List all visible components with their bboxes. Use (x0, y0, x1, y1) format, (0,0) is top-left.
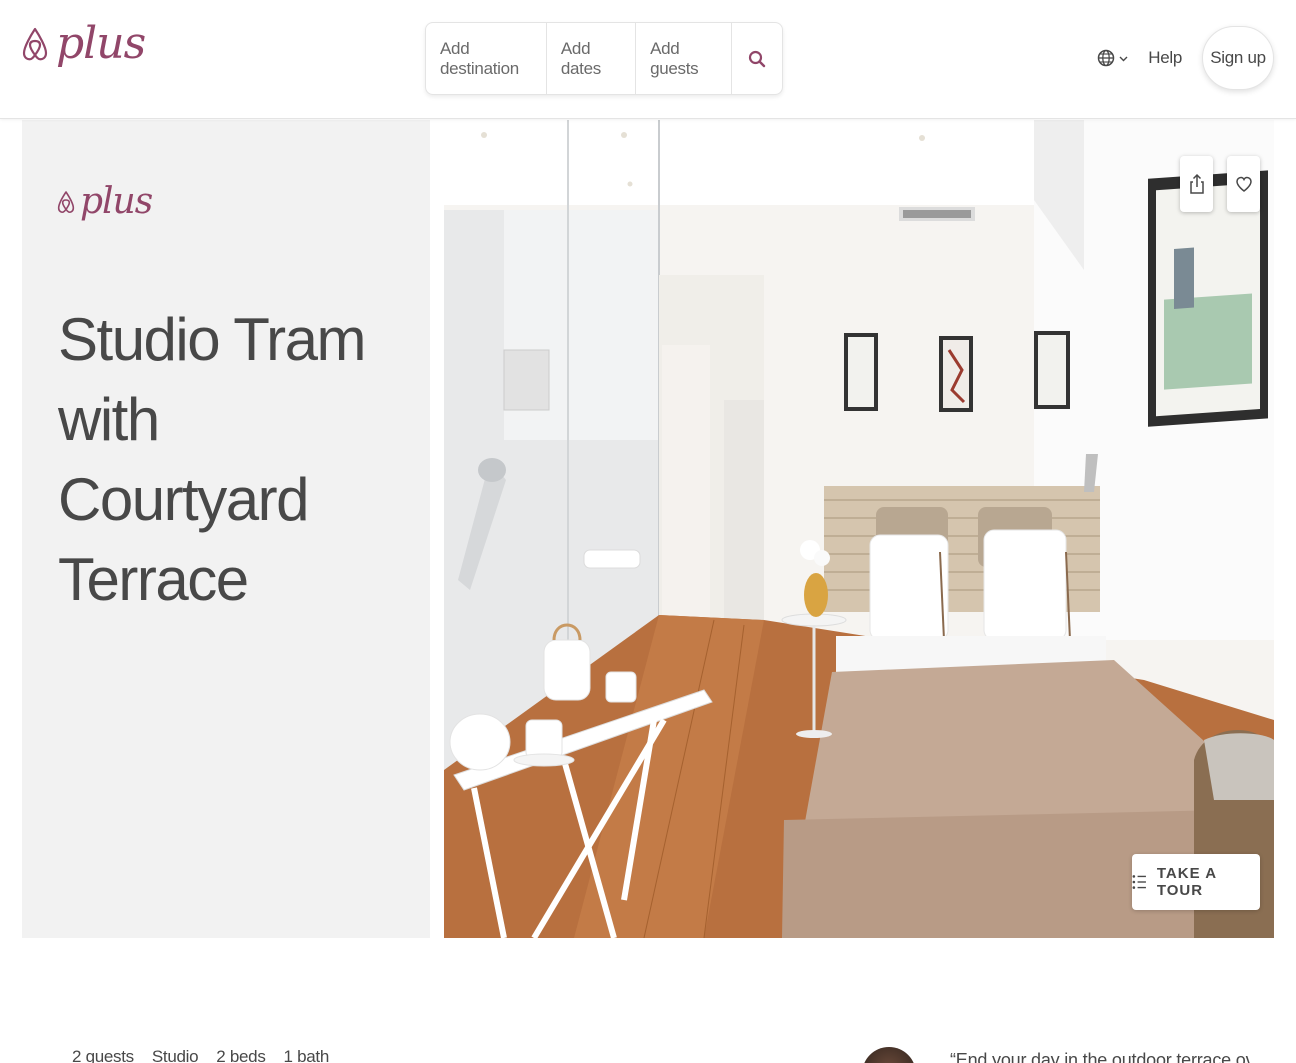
take-a-tour-button[interactable]: TAKE A TOUR (1132, 854, 1260, 910)
hero-photo[interactable]: TAKE A TOUR (444, 120, 1274, 938)
globe-icon (1097, 49, 1115, 67)
room-photo-illustration (444, 120, 1274, 938)
list-icon (1132, 875, 1146, 889)
heart-icon (1235, 176, 1252, 192)
hero-logo-wordmark: plus (80, 181, 153, 222)
language-selector[interactable] (1097, 49, 1128, 67)
header-nav: Help Sign up (1097, 26, 1274, 90)
logo-wordmark: plus (56, 18, 146, 69)
guest-count: 2 guests (72, 1047, 134, 1063)
bath-count: 1 bath (283, 1047, 330, 1063)
belo-icon (57, 191, 75, 213)
search-button[interactable] (732, 23, 782, 94)
destination-field[interactable]: Add destination (426, 23, 547, 94)
room-type: Studio (151, 1047, 199, 1063)
hero-title-panel: plus Studio Tram with Courtyard Terrace (22, 120, 430, 938)
guests-field[interactable]: Add guests (636, 23, 732, 94)
hero-plus-logo: plus (56, 181, 153, 222)
airbnb-plus-logo[interactable]: plus (20, 18, 146, 69)
listing-title: Studio Tram with Courtyard Terrace (58, 306, 366, 613)
listing-summary: 2 guests Studio 2 beds 1 bath (72, 1047, 329, 1063)
save-button[interactable] (1227, 156, 1260, 212)
chevron-down-icon (1119, 56, 1128, 61)
sign-up-button[interactable]: Sign up (1202, 26, 1274, 90)
share-icon (1189, 173, 1204, 194)
share-button[interactable] (1180, 156, 1213, 212)
host-avatar[interactable] (862, 1047, 916, 1063)
search-icon (748, 50, 766, 67)
bed-count: 2 beds (216, 1047, 266, 1063)
top-header: plus Add destination Add dates Add guest… (0, 0, 1296, 119)
belo-icon (22, 27, 48, 61)
search-bar: Add destination Add dates Add guests (425, 22, 783, 95)
help-link[interactable]: Help (1148, 48, 1182, 68)
take-a-tour-label: TAKE A TOUR (1156, 865, 1217, 899)
dates-field[interactable]: Add dates (547, 23, 637, 94)
host-quote: “End your day in the outdoor terrace ove… (950, 1050, 1250, 1063)
